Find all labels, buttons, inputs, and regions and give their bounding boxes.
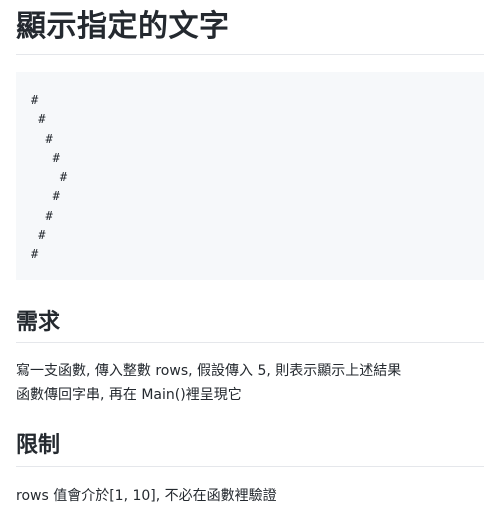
requirements-heading: 需求 [16,310,61,335]
requirements-line-1: 寫一支函數, 傳入整數 rows, 假設傳入 5, 則表示顯示上述結果 [16,363,402,379]
limits-divider [16,466,484,467]
requirements-line-2: 函數傳回字串, 再在 Main()裡呈現它 [16,387,242,403]
title-divider [16,54,484,55]
requirements-text: 寫一支函數, 傳入整數 rows, 假設傳入 5, 則表示顯示上述結果 函數傳回字… [16,359,401,407]
limits-heading: 限制 [16,433,61,458]
limits-text: rows 值會介於[1, 10], 不必在函數裡驗證 [16,488,277,504]
requirements-divider [16,342,484,343]
page-title: 顯示指定的文字 [16,9,230,44]
code-block: # # # # # # # # # [16,72,484,280]
